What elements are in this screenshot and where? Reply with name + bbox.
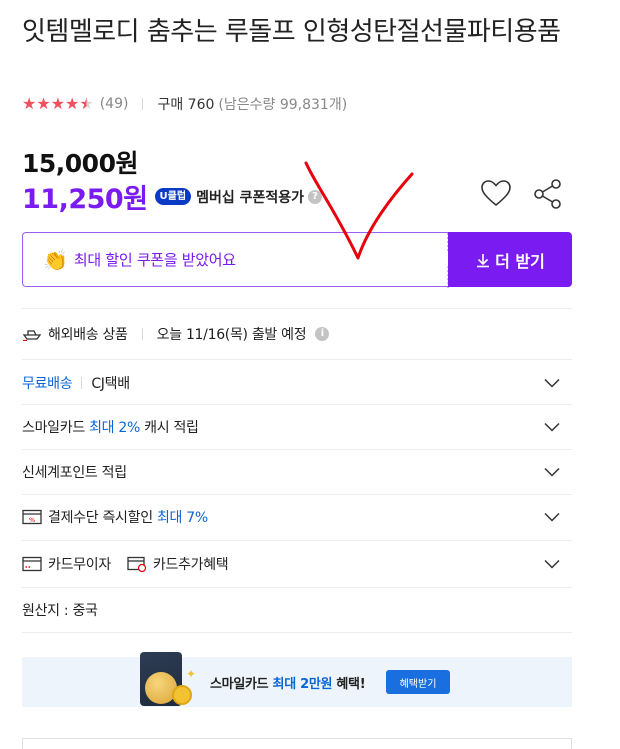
shinsegae-point-row[interactable]: 신세계포인트 적립 <box>22 460 572 484</box>
smilecard-prefix: 스마일카드 <box>22 420 90 436</box>
payment-highlight: 최대 7% <box>156 510 208 526</box>
departure-date: 오늘 11/16(목) 출발 예정 <box>156 327 307 343</box>
payment-discount-row[interactable]: % 결제수단 즉시할인 최대 7% <box>22 505 572 529</box>
sparkle-icon: ✦ <box>186 667 197 681</box>
chevron-down-icon[interactable] <box>544 559 560 569</box>
payment-discount-icon: % <box>22 509 42 525</box>
more-coupon-label: 더 받기 <box>495 251 545 271</box>
more-coupon-button[interactable]: 더 받기 <box>448 232 572 287</box>
purchase-count: 구매 760 <box>157 97 215 113</box>
star-icon: ★ <box>22 94 37 113</box>
rating-row: ★ ★ ★ ★ ★ (49) 구매 760 (남은수량 99,831개) <box>22 93 347 115</box>
banner-text-prefix: 스마일카드 <box>210 677 273 692</box>
divider <box>22 494 572 495</box>
ship-icon <box>22 327 42 341</box>
star-rating[interactable]: ★ ★ ★ ★ ★ <box>22 96 94 112</box>
payment-prefix: 결제수단 즉시할인 <box>48 510 157 526</box>
sale-price: 11,250원 <box>22 184 148 215</box>
smilecard-highlight: 최대 2% <box>89 420 140 436</box>
installment-label: 카드무이자 <box>48 557 111 573</box>
banner-text: 스마일카드 최대 2만원 혜택! <box>210 673 366 692</box>
get-benefit-button[interactable]: 혜택받기 <box>386 670 450 694</box>
divider <box>22 359 572 360</box>
chevron-down-icon[interactable] <box>544 378 560 388</box>
star-icon: ★ <box>65 94 80 113</box>
delivery-row[interactable]: 무료배송 CJ택배 <box>22 371 572 395</box>
divider <box>81 377 83 389</box>
wishlist-button[interactable] <box>478 176 514 212</box>
chevron-down-icon[interactable] <box>544 422 560 432</box>
next-section-box <box>22 738 572 749</box>
product-title: 잇템멜로디 춤추는 루돌프 인형성탄절선물파티용품 <box>22 17 561 47</box>
original-price: 15,000원 <box>22 149 138 178</box>
coupon-text: 최대 할인 쿠폰을 받았어요 <box>73 251 236 269</box>
coin-icon <box>172 685 192 705</box>
divider <box>22 308 572 309</box>
remaining-stock: (남은수량 99,831개) <box>218 97 348 113</box>
divider <box>22 632 572 633</box>
star-icon: ★ <box>50 94 66 113</box>
svg-text:%: % <box>29 516 35 524</box>
divider <box>142 98 144 110</box>
origin-row: 원산지 : 중국 <box>22 598 572 622</box>
info-icon[interactable]: i <box>315 327 330 341</box>
card-benefit-label: 카드추가혜택 <box>152 557 229 573</box>
shinsegae-label: 신세계포인트 적립 <box>22 465 127 481</box>
review-count-link[interactable]: (49) <box>100 96 129 112</box>
divider <box>22 540 572 541</box>
divider <box>141 328 143 340</box>
star-icon: ★ <box>36 94 51 113</box>
share-button[interactable] <box>530 176 566 212</box>
card-benefit-row[interactable]: 카드무이자 카드추가혜택 <box>22 552 572 576</box>
coupon-notice: 👏 최대 할인 쿠폰을 받았어요 <box>22 232 454 288</box>
shipping-info-row: 해외배송 상품 오늘 11/16(목) 출발 예정 i <box>22 322 572 346</box>
download-icon <box>477 253 490 267</box>
card-icon <box>22 556 42 572</box>
divider <box>22 587 572 588</box>
share-icon <box>534 179 561 209</box>
uclub-badge: U클럽 <box>154 188 192 205</box>
heart-icon <box>481 180 511 206</box>
chevron-down-icon[interactable] <box>544 512 560 522</box>
origin-label: 원산지 : 중국 <box>22 603 98 619</box>
overseas-shipping-label: 해외배송 상품 <box>48 327 128 343</box>
membership-coupon-label: 멤버십 쿠폰적용가 <box>196 189 304 206</box>
courier-label: CJ택배 <box>91 376 130 392</box>
half-star-icon: ★ <box>79 94 94 113</box>
smilecard-suffix: 캐시 적립 <box>139 420 199 436</box>
info-icon[interactable]: ? <box>307 189 322 204</box>
clapping-hands-icon: 👏 <box>43 247 68 272</box>
smilecard-banner[interactable]: ✦ 스마일카드 최대 2만원 혜택! 혜택받기 <box>22 652 572 707</box>
smilecard-row[interactable]: 스마일카드 최대 2% 캐시 적립 <box>22 415 572 439</box>
divider <box>22 449 572 450</box>
divider <box>22 404 572 405</box>
free-shipping-label: 무료배송 <box>22 376 73 392</box>
card-gift-icon <box>127 556 147 572</box>
banner-text-highlight: 최대 2만원 <box>272 677 333 692</box>
chevron-down-icon[interactable] <box>544 467 560 477</box>
banner-text-suffix: 혜택! <box>332 677 366 692</box>
sale-price-row: 11,250원 U클럽 멤버십 쿠폰적용가 ? <box>22 177 322 216</box>
